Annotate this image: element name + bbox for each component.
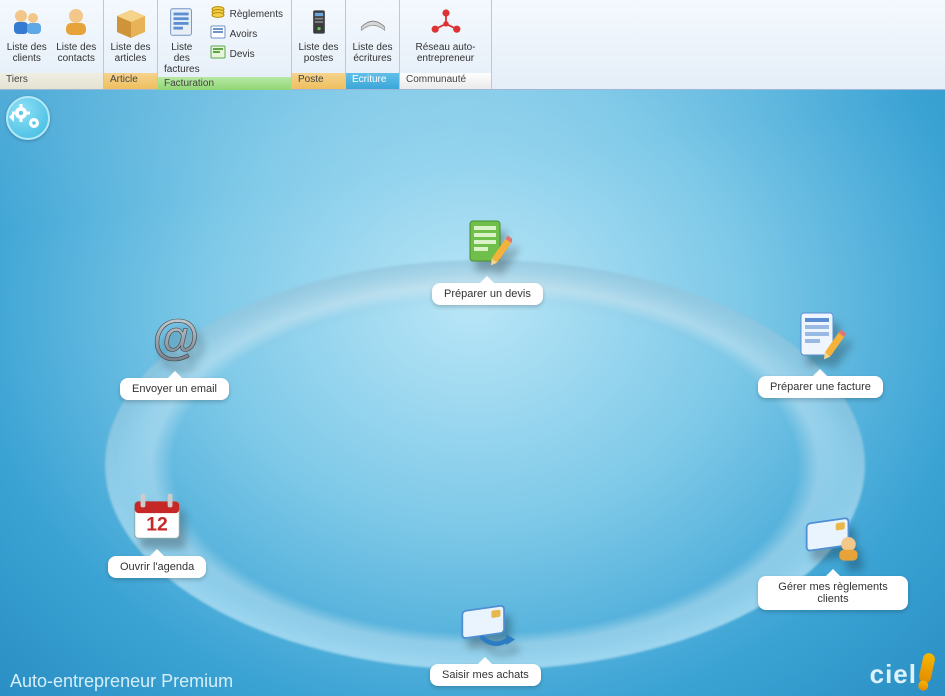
ledger-icon <box>355 4 391 40</box>
btn-liste-clients-label: Liste des clients <box>4 42 50 64</box>
app-title: Auto-entrepreneur Premium <box>10 671 233 692</box>
node-saisir-achats-label: Saisir mes achats <box>430 664 541 686</box>
ribbon-group-label-facturation: Facturation <box>158 77 291 90</box>
ribbon-group-article: Liste des articles Article <box>104 0 158 89</box>
settings-gear-button[interactable] <box>6 96 50 140</box>
coins-icon <box>210 5 226 23</box>
node-preparer-facture-label: Préparer une facture <box>758 376 883 398</box>
btn-liste-postes-label: Liste des postes <box>296 42 341 64</box>
brand-exclamation-icon <box>918 652 936 684</box>
at-sign-icon: @ <box>145 310 205 368</box>
server-icon <box>301 4 337 40</box>
invoice-document-icon <box>790 308 850 366</box>
btn-avoirs[interactable]: Avoirs <box>208 24 285 44</box>
btn-liste-contacts-label: Liste des contacts <box>54 42 100 64</box>
brand-text: ciel <box>870 659 917 690</box>
ribbon-group-ecriture: Liste des écritures Ecriture <box>346 0 400 89</box>
quote-icon <box>210 45 226 63</box>
box-icon <box>113 4 149 40</box>
clients-icon <box>9 4 45 40</box>
node-preparer-devis[interactable]: Préparer un devis <box>432 215 543 305</box>
btn-reseau-label: Réseau auto-entrepreneur <box>404 42 487 64</box>
ribbon-toolbar: Liste des clients Liste des contacts Tie… <box>0 0 945 90</box>
svg-text:@: @ <box>151 312 198 365</box>
btn-reseau-auto-entrepreneur[interactable]: Réseau auto-entrepreneur <box>402 2 489 66</box>
btn-liste-clients[interactable]: Liste des clients <box>2 2 52 66</box>
node-saisir-achats[interactable]: Saisir mes achats <box>430 596 541 686</box>
ribbon-group-communaute: Réseau auto-entrepreneur Communauté <box>400 0 492 89</box>
btn-liste-factures[interactable]: Liste des factures <box>160 2 204 77</box>
btn-reglements[interactable]: Règlements <box>208 4 285 24</box>
btn-reglements-label: Règlements <box>230 8 283 21</box>
brand-logo: ciel <box>870 653 933 690</box>
ribbon-group-facturation: Liste des factures Règlements Avoirs <box>158 0 292 89</box>
ribbon-group-label-article: Article <box>104 73 157 89</box>
credit-note-icon <box>210 25 226 43</box>
node-gerer-reglements[interactable]: Gérer mes règlements clients <box>758 508 908 610</box>
btn-liste-ecritures[interactable]: Liste des écritures <box>348 2 397 66</box>
contact-icon <box>58 4 94 40</box>
node-gerer-reglements-label: Gérer mes règlements clients <box>758 576 908 610</box>
ribbon-group-tiers: Liste des clients Liste des contacts Tie… <box>0 0 104 89</box>
node-envoyer-email-label: Envoyer un email <box>120 378 229 400</box>
node-ouvrir-agenda-label: Ouvrir l'agenda <box>108 556 206 578</box>
ribbon-group-label-communaute: Communauté <box>400 73 491 89</box>
btn-devis-label: Devis <box>230 48 255 61</box>
purchase-card-icon <box>455 596 515 654</box>
calendar-icon: 12 <box>127 488 187 546</box>
quote-document-icon <box>457 215 517 273</box>
ribbon-group-label-tiers: Tiers <box>0 73 103 89</box>
main-workspace: Préparer un devis Préparer une facture <box>0 90 945 696</box>
btn-liste-factures-label: Liste des factures <box>162 42 202 75</box>
btn-liste-postes[interactable]: Liste des postes <box>294 2 343 66</box>
btn-liste-ecritures-label: Liste des écritures <box>350 42 395 64</box>
ribbon-group-label-poste: Poste <box>292 73 345 89</box>
node-preparer-facture[interactable]: Préparer une facture <box>758 308 883 398</box>
invoice-list-icon <box>164 4 200 40</box>
card-client-icon <box>803 508 863 566</box>
btn-liste-contacts[interactable]: Liste des contacts <box>52 2 102 66</box>
svg-text:12: 12 <box>146 514 168 536</box>
ribbon-group-poste: Liste des postes Poste <box>292 0 346 89</box>
node-preparer-devis-label: Préparer un devis <box>432 283 543 305</box>
node-envoyer-email[interactable]: @ Envoyer un email <box>120 310 229 400</box>
btn-devis[interactable]: Devis <box>208 44 285 64</box>
btn-liste-articles-label: Liste des articles <box>108 42 153 64</box>
gears-icon <box>8 98 48 138</box>
btn-avoirs-label: Avoirs <box>230 28 258 41</box>
btn-liste-articles[interactable]: Liste des articles <box>106 2 155 66</box>
node-ouvrir-agenda[interactable]: 12 Ouvrir l'agenda <box>108 488 206 578</box>
ribbon-group-label-ecriture: Ecriture <box>346 73 399 89</box>
network-icon <box>428 4 464 40</box>
